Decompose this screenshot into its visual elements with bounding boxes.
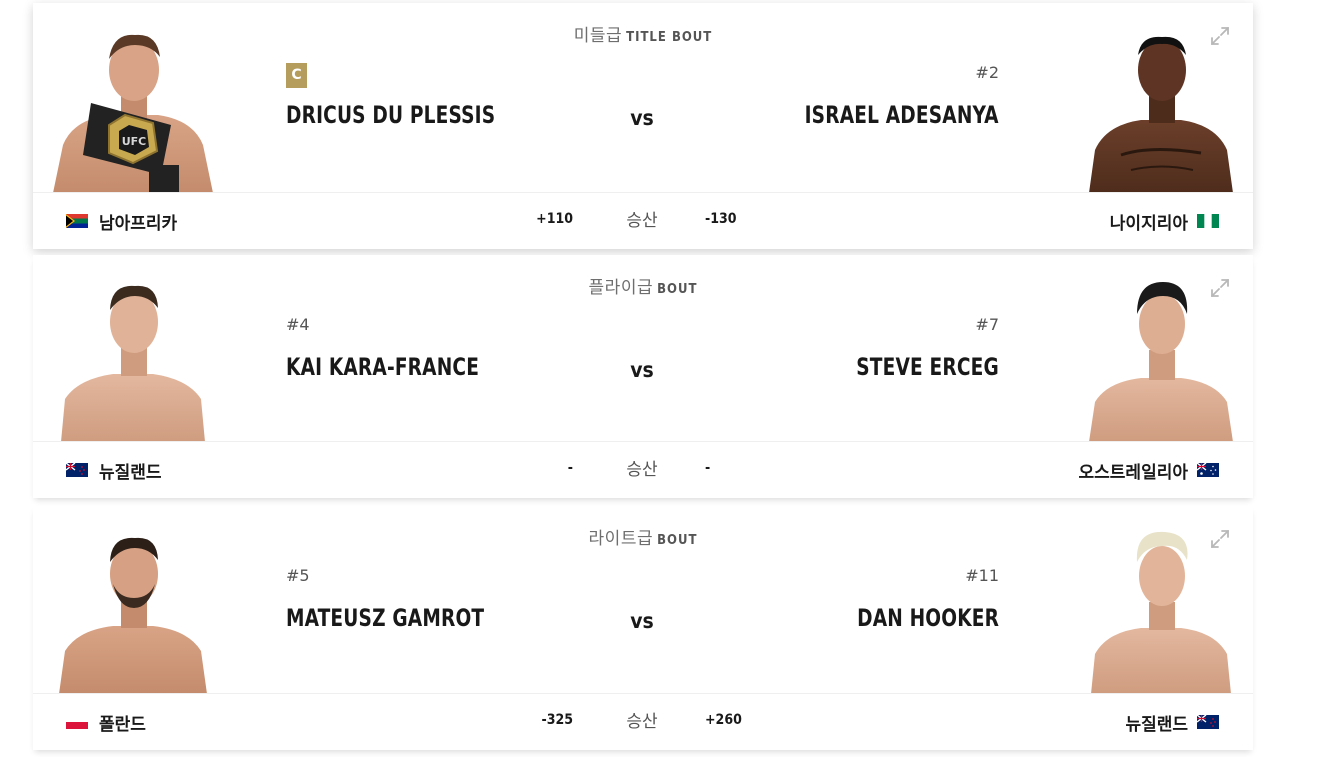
red-fighter-rank: #4 (286, 315, 310, 334)
red-fighter-name[interactable]: DRICUS DU PLESSIS (286, 101, 495, 129)
blue-fighter-photo[interactable] (1081, 526, 1241, 694)
bout-label: TITLE BOUT (626, 30, 713, 45)
blue-fighter-rank: #2 (975, 63, 999, 82)
nigeria-flag (1197, 214, 1219, 228)
blue-fighter-name[interactable]: STEVE ERCEG (856, 353, 999, 381)
fight-card[interactable]: 미들급 TITLE BOUT UFC C DRICUS DU PLESSIS vs… (33, 3, 1253, 249)
vs-label: vs (630, 358, 654, 382)
red-fighter-country: 폴란드 (99, 715, 146, 735)
weight-class-label: 플라이급 (588, 278, 654, 298)
red-fighter-photo[interactable] (53, 526, 213, 694)
vs-label: vs (630, 106, 654, 130)
red-fighter-odds: +110 (536, 211, 573, 227)
red-fighter-country: 뉴질랜드 (99, 463, 162, 483)
fight-info-bar: 폴란드 -325 승산 +260 뉴질랜드 (33, 693, 1253, 750)
blue-fighter-odds: +260 (705, 712, 742, 728)
svg-text:UFC: UFC (122, 135, 147, 148)
blue-fighter-country: 뉴질랜드 (1125, 715, 1188, 735)
blue-fighter-rank: #7 (975, 315, 999, 334)
weight-class-title: 플라이급 BOUT (33, 273, 1253, 298)
weight-class-label: 라이트급 (588, 529, 654, 549)
blue-fighter-photo[interactable] (1081, 274, 1241, 442)
red-fighter-odds: -325 (541, 712, 573, 728)
fight-card[interactable]: 라이트급 BOUT #5 MATEUSZ GAMROT vs #11 DAN HO… (33, 506, 1253, 750)
blue-fighter-odds: -130 (705, 211, 737, 227)
new-zealand-flag (1197, 715, 1219, 729)
blue-fighter-rank: #11 (965, 566, 999, 585)
odds-label: 승산 (626, 211, 658, 231)
south-africa-flag (66, 214, 88, 228)
weight-class-title: 미들급 TITLE BOUT (33, 21, 1253, 46)
red-fighter-name[interactable]: KAI KARA-FRANCE (286, 353, 479, 381)
weight-class-title: 라이트급 BOUT (33, 524, 1253, 549)
red-fighter-country: 남아프리카 (99, 214, 178, 234)
poland-flag (66, 715, 88, 729)
new-zealand-flag (66, 463, 88, 477)
bout-label: BOUT (657, 282, 698, 297)
red-fighter-photo[interactable]: UFC (53, 25, 213, 193)
odds-label: 승산 (626, 460, 658, 480)
red-fighter-odds: - (567, 460, 573, 476)
odds-label: 승산 (626, 712, 658, 732)
blue-fighter-name[interactable]: DAN HOOKER (857, 604, 999, 632)
red-fighter-rank: #5 (286, 566, 310, 585)
red-fighter-photo[interactable] (53, 274, 213, 442)
weight-class-label: 미들급 (573, 26, 623, 46)
blue-fighter-country: 오스트레일리아 (1078, 463, 1188, 483)
blue-fighter-photo[interactable] (1081, 25, 1241, 193)
fight-info-bar: 남아프리카 +110 승산 -130 나이지리아 (33, 192, 1253, 249)
fight-info-bar: 뉴질랜드 - 승산 - 오스트레일리아 (33, 441, 1253, 498)
bout-label: BOUT (657, 533, 698, 548)
blue-fighter-country: 나이지리아 (1109, 214, 1188, 234)
australia-flag (1197, 463, 1219, 477)
blue-fighter-odds: - (705, 460, 711, 476)
fight-card[interactable]: 플라이급 BOUT #4 KAI KARA-FRANCE vs #7 STEVE … (33, 255, 1253, 498)
red-fighter-name[interactable]: MATEUSZ GAMROT (286, 604, 484, 632)
champion-badge: C (286, 63, 307, 88)
vs-label: vs (630, 609, 654, 633)
blue-fighter-name[interactable]: ISRAEL ADESANYA (805, 101, 999, 129)
